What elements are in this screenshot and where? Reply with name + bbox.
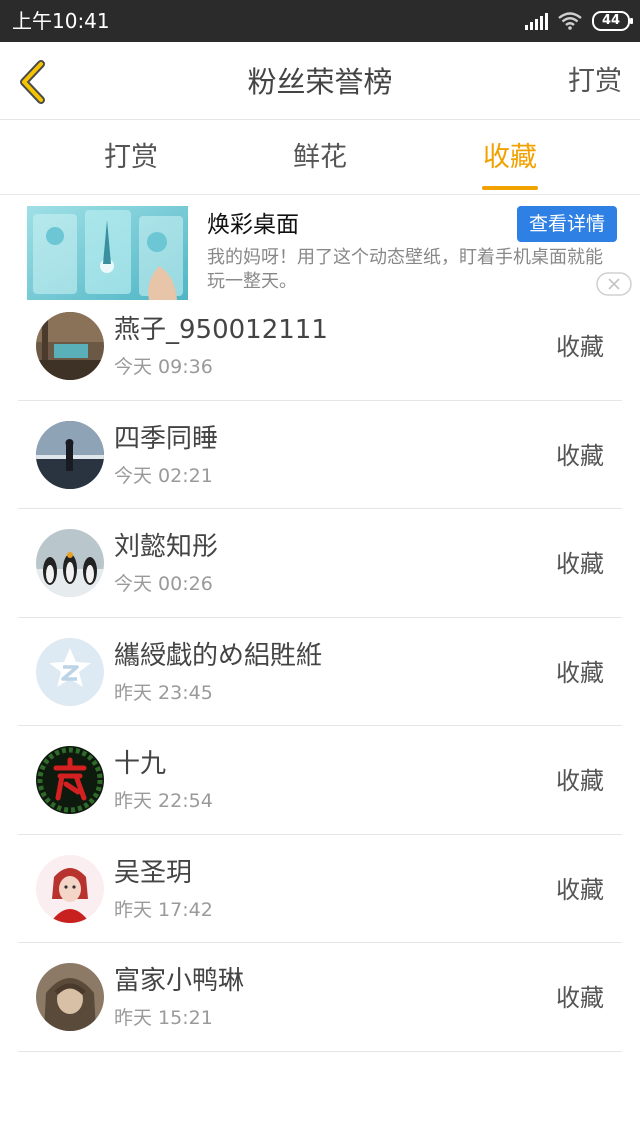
fan-name: 燕子_950012111 [114, 315, 328, 345]
ad-title: 焕彩桌面 [207, 212, 299, 238]
ad-banner[interactable]: 焕彩桌面 查看详情 我的妈呀！用了这个动态壁纸，盯着手机桌面就能玩一整天。 [0, 196, 640, 306]
fan-name: 十九 [114, 749, 167, 779]
battery-icon: 44 [592, 11, 633, 31]
list-item[interactable]: 纗綬戱的め絽貹絍 昨天 23:45 收藏 [18, 618, 622, 726]
list-item[interactable]: 十九 昨天 22:54 收藏 [18, 726, 622, 835]
fan-time: 今天 09:36 [114, 356, 213, 378]
fan-time: 今天 02:21 [114, 464, 213, 487]
fan-action: 收藏 [556, 441, 604, 470]
avatar [36, 529, 104, 597]
fan-time: 昨天 17:42 [114, 898, 213, 921]
list-item[interactable]: 富家小鸭琳 昨天 15:21 收藏 [18, 943, 622, 1052]
signal-icon [525, 12, 548, 30]
fan-name: 四季同睡 [114, 423, 219, 454]
fan-name: 吴圣玥 [114, 857, 193, 888]
avatar [36, 854, 104, 923]
ad-view-details-button[interactable]: 查看详情 [517, 206, 617, 242]
fan-time: 昨天 22:54 [114, 790, 213, 812]
reward-button[interactable]: 打赏 [568, 64, 622, 100]
ad-description: 我的妈呀！用了这个动态壁纸，盯着手机桌面就能玩一整天。 [207, 247, 603, 292]
avatar [36, 963, 104, 1031]
avatar [36, 312, 104, 380]
list-item[interactable]: 四季同睡 今天 02:21 收藏 [18, 401, 622, 509]
status-bar: 上午10:41 44 [0, 0, 640, 42]
fan-action: 收藏 [556, 984, 604, 1012]
fan-name: 刘懿知彤 [114, 532, 219, 562]
ad-thumbnail [27, 206, 188, 300]
fan-action: 收藏 [556, 875, 604, 904]
wifi-icon [558, 12, 582, 30]
list-item[interactable]: 吴圣玥 昨天 17:42 收藏 [18, 835, 622, 943]
fan-time: 昨天 15:21 [114, 1007, 213, 1029]
list-item[interactable]: 刘懿知彤 今天 00:26 收藏 [18, 509, 622, 618]
fan-list: 燕子_950012111 今天 09:36 收藏 四季同睡 今天 02:21 收… [18, 292, 622, 1052]
status-icons: 44 [525, 8, 633, 34]
avatar [36, 420, 104, 489]
fan-name: 纗綬戱的め絽貹絍 [114, 640, 323, 671]
fan-action: 收藏 [556, 333, 604, 361]
active-tab-indicator [482, 186, 538, 190]
tab-bar: 打赏 鲜花 收藏 [0, 121, 640, 195]
avatar [36, 746, 104, 814]
fan-action: 收藏 [556, 658, 604, 687]
fan-time: 昨天 23:45 [114, 681, 213, 704]
tab-reward[interactable]: 打赏 [102, 141, 160, 175]
fan-action: 收藏 [556, 550, 604, 578]
fan-name: 富家小鸭琳 [114, 966, 245, 996]
navbar: 粉丝荣誉榜 打赏 [0, 42, 640, 120]
tab-flowers[interactable]: 鲜花 [290, 141, 350, 175]
tab-favorites[interactable]: 收藏 [480, 141, 540, 175]
avatar [36, 637, 104, 706]
page-title: 粉丝荣誉榜 [247, 65, 393, 99]
fan-time: 今天 00:26 [114, 573, 213, 595]
list-item[interactable]: 燕子_950012111 今天 09:36 收藏 [18, 292, 622, 401]
status-time: 上午10:41 [12, 9, 110, 33]
fan-action: 收藏 [556, 767, 604, 795]
